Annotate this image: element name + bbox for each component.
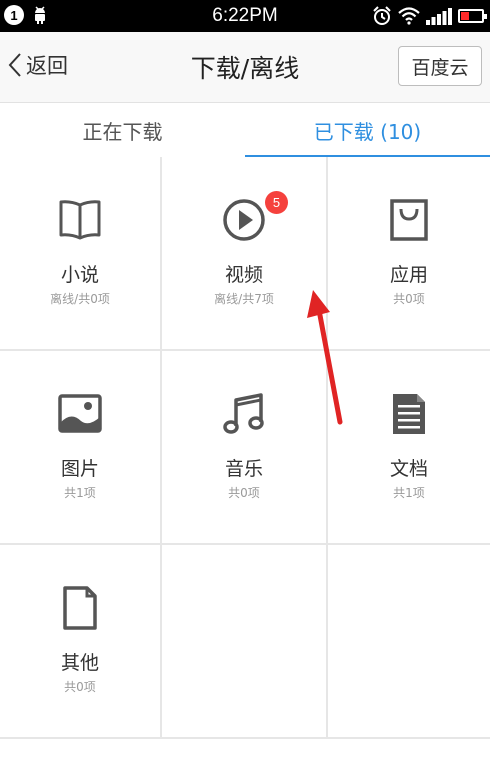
category-pictures[interactable]: 图片 共1项: [0, 351, 162, 545]
category-name: 文档: [389, 458, 428, 480]
tab-downloaded[interactable]: 已下载 (10): [245, 103, 490, 158]
status-right: [372, 6, 487, 26]
category-name: 图片: [60, 458, 99, 480]
category-count: 共0项: [393, 292, 425, 306]
category-documents[interactable]: 文档 共1项: [328, 351, 490, 545]
category-count: 共1项: [64, 486, 96, 500]
category-apps[interactable]: 应用 共0项: [328, 157, 490, 351]
header-bar: 返回 下载/离线 百度云: [0, 32, 490, 103]
tab-downloading[interactable]: 正在下载: [0, 103, 245, 157]
category-count: 共0项: [64, 680, 96, 694]
video-badge: 5: [265, 191, 288, 214]
file-icon: [0, 585, 160, 631]
battery-fill: [461, 12, 469, 20]
category-count: 离线/共0项: [50, 292, 110, 306]
category-count: 共0项: [228, 486, 260, 500]
category-other[interactable]: 其他 共0项: [0, 545, 162, 739]
category-name: 其他: [60, 652, 99, 674]
battery-icon: [458, 9, 487, 23]
category-music[interactable]: 音乐 共0项: [162, 351, 328, 545]
empty-cell: [328, 545, 490, 739]
signal-icon: [426, 8, 452, 25]
category-video[interactable]: 5 视频 离线/共7项: [162, 157, 328, 351]
back-label: 返回: [26, 54, 68, 78]
empty-cell: [162, 545, 328, 739]
shopping-bag-icon: [328, 197, 490, 243]
category-name: 小说: [60, 264, 99, 286]
wifi-icon: [398, 7, 420, 25]
play-icon: 5: [162, 191, 326, 243]
tab-bar: 正在下载 已下载 (10): [0, 103, 490, 158]
status-bar: 1 6:22PM: [0, 0, 490, 32]
category-count: 离线/共7项: [214, 292, 274, 306]
back-button[interactable]: 返回: [8, 50, 68, 80]
category-novel[interactable]: 小说 离线/共0项: [0, 157, 162, 351]
category-name: 视频: [224, 264, 263, 286]
alarm-icon: [373, 6, 391, 25]
image-icon: [0, 391, 160, 437]
category-name: 音乐: [224, 458, 263, 480]
category-name: 应用: [389, 264, 428, 286]
document-icon: [328, 391, 490, 437]
book-icon: [0, 197, 160, 243]
music-note-icon: [162, 391, 326, 437]
baidu-cloud-button[interactable]: 百度云: [398, 46, 482, 86]
category-count: 共1项: [393, 486, 425, 500]
chevron-left-icon: [8, 53, 21, 77]
